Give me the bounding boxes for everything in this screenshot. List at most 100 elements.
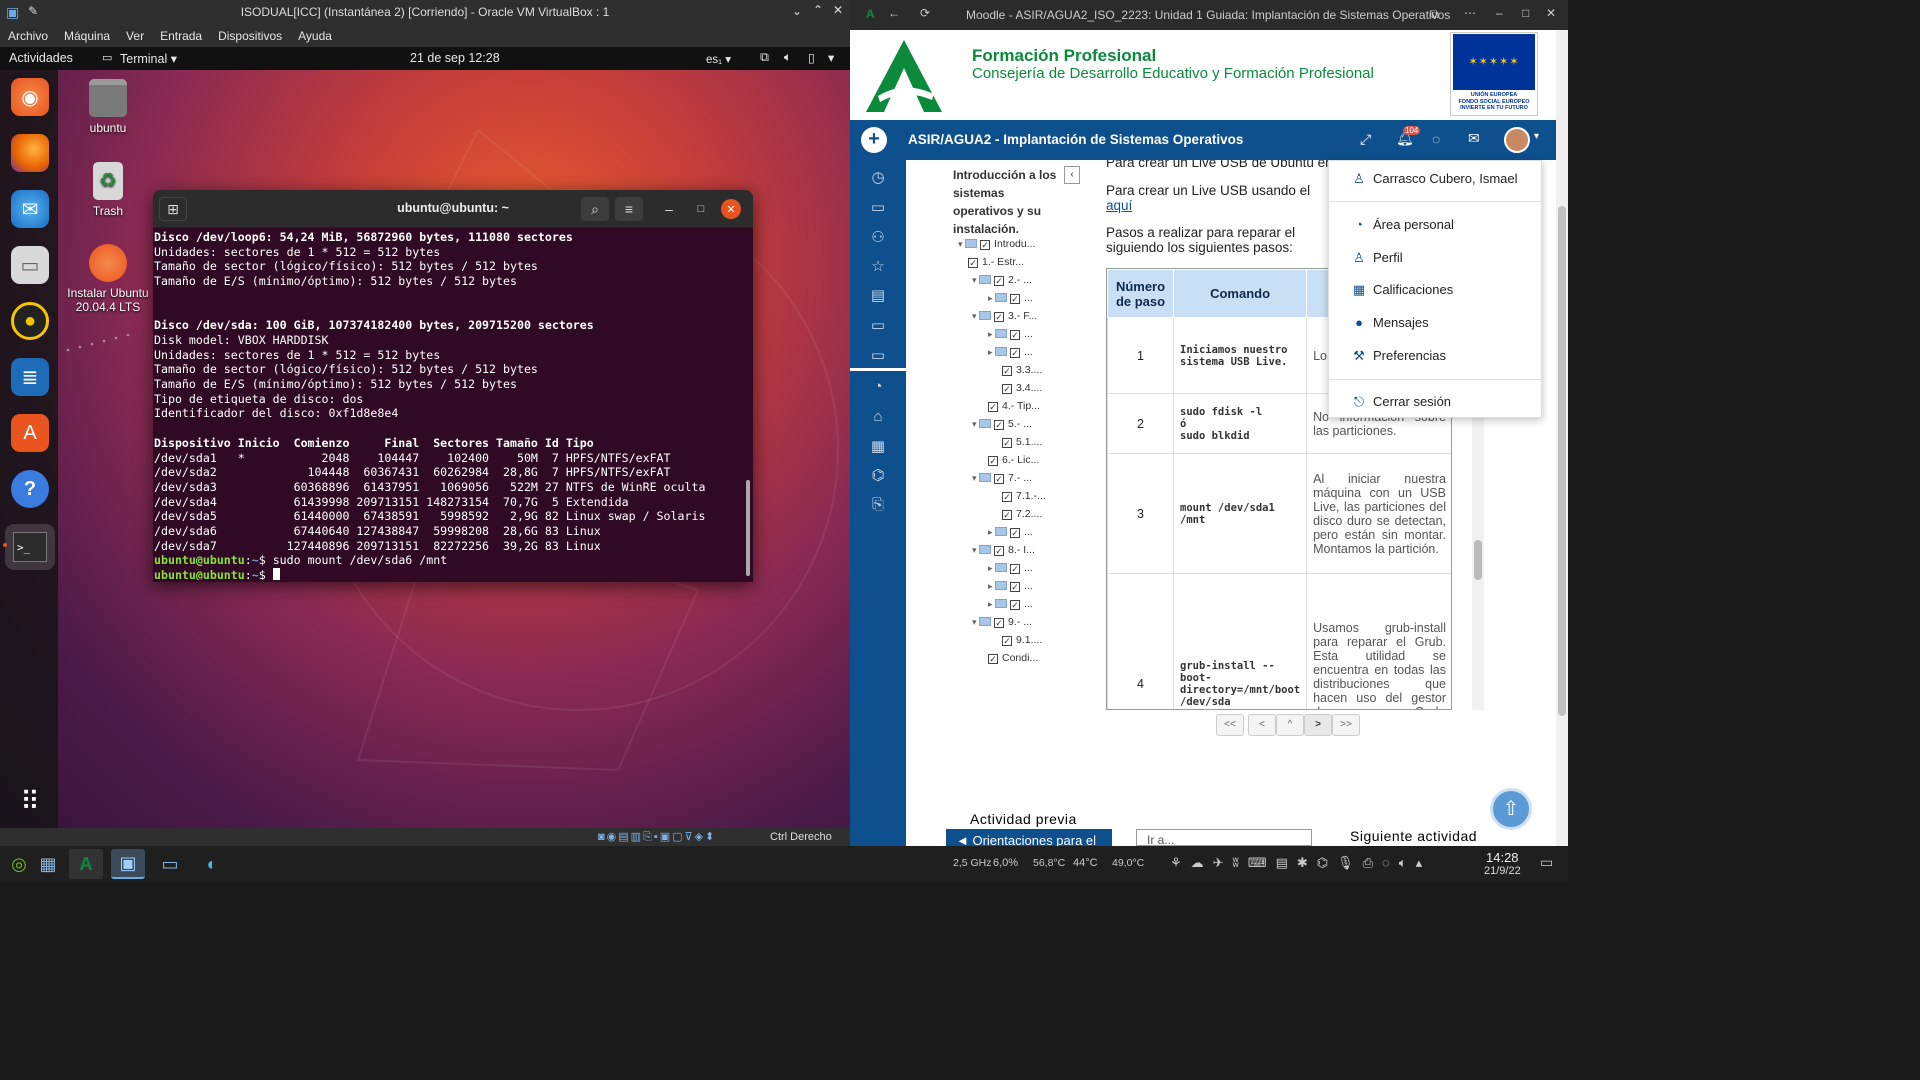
dropdown-logout[interactable]: ⎋ Cerrar sesión <box>1349 394 1451 414</box>
calendar-icon[interactable]: ▦ <box>868 437 888 457</box>
menu-dispositivos[interactable]: Dispositivos <box>210 25 290 43</box>
checkbox-icon[interactable]: ✓ <box>1010 600 1021 610</box>
toc-item[interactable]: ▾ ✓ Introdu... <box>958 238 1035 254</box>
minimize-icon[interactable]: – <box>1496 6 1503 20</box>
pager-first-button[interactable]: << <box>1216 714 1244 736</box>
home-icon[interactable]: ⌂ <box>868 408 888 428</box>
battery-icon[interactable]: ▯ <box>808 50 815 65</box>
search-icon[interactable]: ⌕ <box>581 197 609 221</box>
back-to-top-icon[interactable]: ⇧ <box>1490 788 1532 830</box>
toc-item[interactable]: ✓ 3.3.... <box>1002 364 1042 380</box>
checkbox-icon[interactable]: ✓ <box>1002 492 1012 502</box>
toc-item[interactable]: ✓ 1.- Estr... <box>968 256 1024 272</box>
checkbox-icon[interactable]: ✓ <box>994 312 1005 322</box>
terminal-headerbar[interactable]: ⊞ ubuntu@ubuntu: ~ ⌕ ≡ – □ ✕ <box>153 190 753 228</box>
toc-item[interactable]: ▸ ✓... <box>988 526 1033 542</box>
checkbox-icon[interactable]: ✓ <box>988 402 998 412</box>
expander-arrow-icon[interactable]: ▸ <box>988 347 995 357</box>
toc-collapse-button[interactable]: ‹ <box>1064 166 1080 184</box>
expander-arrow-icon[interactable]: ▾ <box>972 473 979 483</box>
system-tray-icons[interactable]: ⚘☁✈ʬ⌨▤✱⌬🎙︎⎙◌🔈︎▴ <box>1170 855 1431 871</box>
toc-item[interactable]: ▾ ✓ 8.- I... <box>972 544 1035 560</box>
checkbox-icon[interactable]: ✓ <box>1002 438 1012 448</box>
toc-item[interactable]: ✓ 3.4.... <box>1002 382 1042 398</box>
prev-activity-button[interactable]: ◄ Orientaciones para el <box>946 829 1112 846</box>
toc-item[interactable]: ▾ ✓ 3.- F... <box>972 310 1037 326</box>
page-scrollbar[interactable] <box>1556 30 1568 846</box>
reload-icon[interactable]: ⟳ <box>920 6 930 20</box>
virtualbox-taskbar-icon[interactable]: ▣ <box>111 849 145 879</box>
checkbox-icon[interactable]: ✓ <box>1002 510 1012 520</box>
dropdown-user-name[interactable]: ♙ Carrasco Cubero, Ismael <box>1349 171 1517 191</box>
expander-arrow-icon[interactable]: ▸ <box>988 581 995 591</box>
expander-arrow-icon[interactable]: ▾ <box>972 545 979 555</box>
activities-button[interactable]: Actividades <box>9 51 73 65</box>
desktop-pager-icon[interactable]: ▦ <box>31 849 65 879</box>
checkbox-icon[interactable]: ✓ <box>968 258 978 268</box>
pager-prev-button[interactable]: < <box>1248 714 1276 736</box>
taskbar-date[interactable]: 21/9/22 <box>1484 865 1521 877</box>
toc-item[interactable]: ✓ Condi... <box>988 652 1038 668</box>
hamburger-menu-icon[interactable]: ≡ <box>615 197 643 221</box>
toc-item[interactable]: ✓ 6.- Lic... <box>988 454 1039 470</box>
rhythmbox-icon[interactable]: ● <box>11 302 49 340</box>
maximize-icon[interactable]: □ <box>687 197 715 221</box>
browser-titlebar[interactable]: A ← ⟳ Moodle - ASIR/AGUA2_ISO_2223: Unid… <box>850 0 1568 30</box>
toc-item[interactable]: ▸ ✓... <box>988 346 1033 362</box>
toc-item[interactable]: ▾ ✓ 7.- ... <box>972 472 1032 488</box>
checkbox-icon[interactable]: ✓ <box>994 276 1005 286</box>
checkbox-icon[interactable]: ✓ <box>994 546 1005 556</box>
close-icon[interactable]: ✕ <box>1546 6 1556 20</box>
user-menu-caret-icon[interactable]: ▾ <box>1534 131 1539 142</box>
checkbox-icon[interactable]: ✓ <box>1010 330 1021 340</box>
desktop-install-ubuntu[interactable]: Instalar Ubuntu 20.04.4 LTS <box>60 244 156 314</box>
toc-title[interactable]: Introducción a los sistemas operativos y… <box>953 166 1061 238</box>
content-link[interactable]: aquí <box>1106 198 1132 213</box>
files-icon[interactable]: ⎘ <box>868 496 888 516</box>
terminal-window[interactable]: ⊞ ubuntu@ubuntu: ~ ⌕ ≡ – □ ✕ Disco /dev/… <box>153 190 753 582</box>
toc-item[interactable]: ▾ ✓ 9.- ... <box>972 616 1032 632</box>
dashboard-gauge-icon[interactable]: ◔ <box>868 378 888 398</box>
toc-item[interactable]: ✓ 4.- Tip... <box>988 400 1040 416</box>
taskbar-time[interactable]: 14:28 <box>1486 850 1519 865</box>
toc-item[interactable]: ▾ ✓ 2.- ... <box>972 274 1032 290</box>
files-icon[interactable]: ▭ <box>11 246 49 284</box>
desktop-trash[interactable]: ♻ Trash <box>60 162 156 218</box>
junta-app-icon[interactable]: A <box>69 849 103 879</box>
expander-arrow-icon[interactable]: ▸ <box>988 599 995 609</box>
expander-arrow-icon[interactable]: ▸ <box>988 527 995 537</box>
toc-item[interactable]: ✓ 7.2.... <box>1002 508 1042 524</box>
toc-item[interactable]: ▸ ✓... <box>988 292 1033 308</box>
maximize-icon[interactable]: □ <box>1522 6 1529 20</box>
dropdown-preferences[interactable]: ⚒ Preferencias <box>1349 348 1446 368</box>
menu-maquina[interactable]: Máquina <box>56 25 118 43</box>
toc-item[interactable]: ✓ 5.1.... <box>1002 436 1042 452</box>
dropdown-dashboard[interactable]: ◔ Área personal <box>1349 217 1454 237</box>
checkbox-icon[interactable]: ✓ <box>1010 294 1021 304</box>
chat-bubble-icon[interactable]: ◌ <box>1432 131 1440 147</box>
checkbox-icon[interactable]: ✓ <box>1010 348 1021 358</box>
app-menu[interactable]: Terminal ▾ <box>120 51 177 66</box>
fullscreen-icon[interactable]: ⤢ <box>1360 131 1371 148</box>
checkbox-icon[interactable]: ✓ <box>1002 366 1012 376</box>
star-icon[interactable]: ☆ <box>868 257 888 277</box>
avatar[interactable] <box>1504 127 1530 153</box>
pager-up-button[interactable]: ^ <box>1276 714 1304 736</box>
volume-icon[interactable]: 🔈︎ <box>784 50 792 65</box>
show-applications-icon[interactable]: ⠿ <box>11 782 49 820</box>
menu-archivo[interactable]: Archivo <box>0 25 56 43</box>
install-app-icon[interactable]: ⧉ <box>1430 7 1439 22</box>
folder-icon[interactable]: ▭ <box>868 316 888 336</box>
checkbox-icon[interactable]: ✓ <box>1010 564 1021 574</box>
checkbox-icon[interactable]: ✓ <box>988 456 998 466</box>
course-title[interactable]: ASIR/AGUA2 - Implantación de Sistemas Op… <box>908 132 1243 147</box>
desktop-peek-icon[interactable]: ▭ <box>1540 854 1553 871</box>
menu-entrada[interactable]: Entrada <box>152 25 210 43</box>
toc-item[interactable]: ▸ ✓... <box>988 328 1033 344</box>
book-icon[interactable]: ▤ <box>868 286 888 306</box>
virtualbox-titlebar[interactable]: ▣ ✎ ISODUAL[ICC] (Instantánea 2) [Corrie… <box>0 0 850 25</box>
checkbox-icon[interactable]: ✓ <box>1002 636 1012 646</box>
checkbox-icon[interactable]: ✓ <box>994 618 1005 628</box>
dropdown-profile[interactable]: ♙ Perfil <box>1349 250 1402 270</box>
expander-arrow-icon[interactable]: ▸ <box>988 563 995 573</box>
